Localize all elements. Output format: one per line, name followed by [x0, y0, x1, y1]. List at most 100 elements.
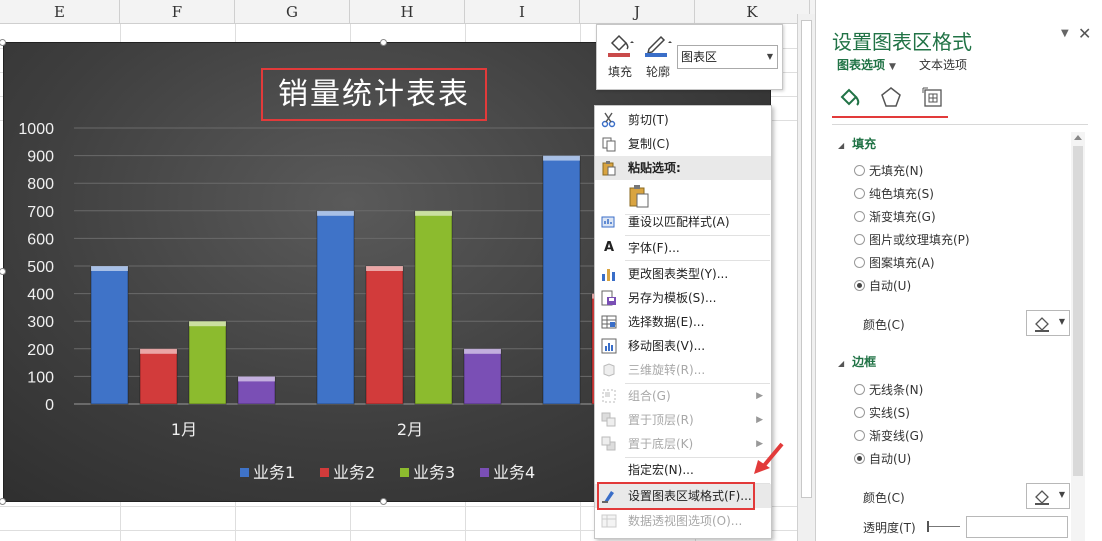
radio-circle[interactable]: [854, 165, 865, 176]
menu-item-label: 剪切(T): [628, 113, 669, 127]
radio-no-line[interactable]: 无线条(N): [854, 381, 923, 399]
x-tick-label: 1月: [171, 420, 197, 439]
resize-handle[interactable]: [0, 498, 6, 505]
transparency-input[interactable]: [966, 516, 1068, 538]
menu-item-label: 三维旋转(R)...: [628, 363, 706, 377]
tab-chart-options[interactable]: 图表选项 ▼: [837, 56, 896, 73]
menu-item-move-chart[interactable]: 移动图表(V)...: [595, 334, 771, 358]
bar-shine: [240, 378, 273, 402]
menu-item-send-to-back: 置于底层(K) ▶: [595, 432, 771, 456]
column-header-h[interactable]: H: [350, 0, 465, 24]
border-color-label: 颜色(C): [863, 491, 905, 505]
fill-color-picker[interactable]: ▼: [1026, 310, 1070, 336]
chevron-down-icon: ▼: [1058, 490, 1065, 499]
radio-solid-fill[interactable]: 纯色填充(S): [854, 185, 934, 203]
slider-knob[interactable]: [927, 521, 929, 532]
radio-circle[interactable]: [854, 430, 865, 441]
paint-bucket-icon: [1035, 317, 1049, 332]
y-tick-label: 600: [27, 231, 54, 248]
group-icon: [602, 389, 616, 403]
section-fill[interactable]: ◢ 填充: [838, 135, 876, 152]
send-back-icon: [601, 436, 616, 451]
column-header-i[interactable]: I: [465, 0, 580, 24]
transparency-slider[interactable]: [927, 521, 960, 532]
radio-pattern-fill[interactable]: 图案填充(A): [854, 254, 935, 272]
radio-gradient-fill[interactable]: 渐变填充(G): [854, 208, 936, 226]
border-color-picker[interactable]: ▼: [1026, 483, 1070, 509]
menu-item-copy[interactable]: 复制(C): [595, 132, 771, 156]
annotation-arrow-icon: [754, 442, 784, 474]
radio-label: 自动(U): [869, 452, 912, 466]
radio-auto-fill[interactable]: 自动(U): [854, 277, 911, 295]
resize-handle[interactable]: [380, 498, 387, 505]
pane-category-icons: [836, 84, 956, 118]
fill-button[interactable]: 填充: [603, 29, 637, 85]
chart-element-select[interactable]: 图表区 ▼: [677, 45, 778, 69]
pane-scrollbar[interactable]: [1071, 132, 1085, 541]
menu-item-assign-macro[interactable]: 指定宏(N)...: [595, 458, 771, 482]
pane-options-dropdown-icon[interactable]: ▼: [1061, 28, 1069, 39]
highlight-box: [597, 482, 755, 510]
section-border[interactable]: ◢ 边框: [838, 353, 876, 370]
y-tick-label: 1000: [18, 121, 54, 138]
chart-title[interactable]: 销量统计表表: [261, 68, 487, 121]
y-tick-label: 800: [27, 176, 54, 193]
column-header-k[interactable]: K: [695, 0, 810, 24]
pen-icon: [645, 35, 672, 57]
menu-separator: [625, 260, 770, 261]
scrollbar-thumb[interactable]: [801, 20, 812, 498]
radio-solid-line[interactable]: 实线(S): [854, 404, 910, 422]
menu-item-select-data[interactable]: 选择数据(E)...: [595, 310, 771, 334]
menu-item-font[interactable]: A 字体(F)...: [595, 236, 771, 260]
3d-rotate-icon: [603, 363, 615, 377]
effects-pentagon-icon[interactable]: [878, 84, 904, 112]
radio-no-fill[interactable]: 无填充(N): [854, 162, 923, 180]
radio-circle[interactable]: [854, 234, 865, 245]
column-header-row: E F G H I J K: [0, 0, 815, 24]
size-properties-icon[interactable]: [920, 84, 946, 112]
radio-auto-line[interactable]: 自动(U): [854, 450, 911, 468]
bar-top-highlight: [189, 321, 226, 327]
paint-bucket-icon: [1035, 490, 1049, 505]
menu-item-label: 另存为模板(S)...: [628, 291, 717, 305]
menu-item-change-chart-type[interactable]: 更改图表类型(Y)...: [595, 262, 771, 286]
chart-type-icon: [602, 269, 615, 281]
radio-circle[interactable]: [854, 188, 865, 199]
section-label: 填充: [852, 137, 877, 151]
scrollbar-thumb[interactable]: [1073, 146, 1083, 476]
menu-item-reset-style[interactable]: 重设以匹配样式(A): [595, 210, 771, 234]
close-icon[interactable]: ✕: [1078, 24, 1091, 43]
column-header-j[interactable]: J: [580, 0, 695, 24]
radio-circle[interactable]: [854, 257, 865, 268]
bar-top-highlight: [543, 155, 580, 161]
fill-line-icon[interactable]: [836, 84, 862, 112]
radio-circle-selected[interactable]: [854, 453, 865, 464]
column-header-g[interactable]: G: [235, 0, 350, 24]
section-label: 边框: [852, 355, 877, 369]
tab-text-options[interactable]: 文本选项: [919, 56, 967, 73]
menu-item-save-template[interactable]: 另存为模板(S)...: [595, 286, 771, 310]
paste-keep-source-button[interactable]: [595, 182, 771, 210]
format-chart-area-pane: 设置图表区格式 ▼ ✕ 图表选项 ▼ 文本选项 ◢ 填充 无填充(N) 纯色填充(S…: [815, 0, 1102, 541]
radio-circle[interactable]: [854, 407, 865, 418]
fill-label: 填充: [607, 65, 632, 79]
radio-label: 渐变填充(G): [869, 210, 936, 224]
radio-circle-selected[interactable]: [854, 280, 865, 291]
radio-gradient-line[interactable]: 渐变线(G): [854, 427, 924, 445]
y-tick-label: 200: [27, 342, 54, 359]
outline-button[interactable]: 轮廓: [641, 29, 675, 85]
paste-icon: [602, 161, 616, 176]
radio-label: 渐变线(G): [869, 429, 924, 443]
sheet-vertical-scrollbar[interactable]: [797, 14, 815, 541]
radio-picture-fill[interactable]: 图片或纹理填充(P): [854, 231, 970, 249]
radio-circle[interactable]: [854, 384, 865, 395]
resize-handle[interactable]: [380, 39, 387, 46]
scroll-up-icon[interactable]: [1074, 135, 1082, 140]
menu-item-cut[interactable]: 剪切(T): [595, 108, 771, 132]
legend-swatch: [400, 468, 409, 477]
radio-circle[interactable]: [854, 211, 865, 222]
column-header-f[interactable]: F: [120, 0, 235, 24]
column-header-e[interactable]: E: [0, 0, 120, 24]
legend-label: 业务3: [413, 463, 455, 482]
pivot-options-icon: [601, 514, 617, 528]
